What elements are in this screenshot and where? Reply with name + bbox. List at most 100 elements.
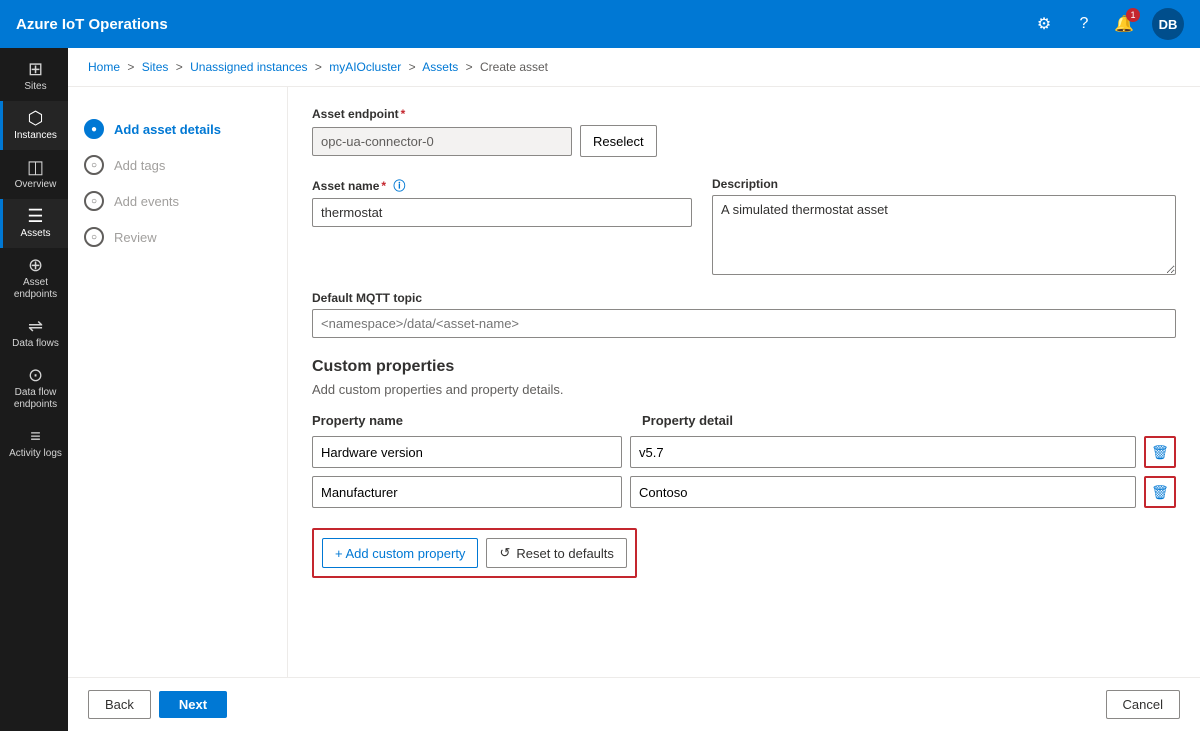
wizard-step-review[interactable]: ○ Review	[84, 219, 271, 255]
sidebar-label-instances: Instances	[14, 130, 57, 142]
description-textarea[interactable]	[712, 195, 1176, 275]
col-property-detail: Property detail	[642, 413, 1176, 428]
sidebar-label-overview: Overview	[15, 179, 57, 191]
reselect-button[interactable]: Reselect	[580, 125, 657, 157]
sidebar-item-activity-logs[interactable]: ≡ Activity logs	[0, 419, 68, 468]
action-buttons-row: + Add custom property ↺ Reset to default…	[312, 528, 637, 578]
property-name-input-2[interactable]	[312, 476, 622, 508]
wizard-step-circle-3: ○	[84, 191, 104, 211]
wizard-sidebar: ● Add asset details ○ Add tags ○ Add eve…	[68, 87, 288, 677]
back-button[interactable]: Back	[88, 690, 151, 719]
custom-properties-description: Add custom properties and property detai…	[312, 382, 1176, 397]
description-field: Description	[712, 177, 1176, 275]
wizard-step-add-tags[interactable]: ○ Add tags	[84, 147, 271, 183]
sidebar-label-data-flows: Data flows	[12, 338, 59, 350]
asset-endpoint-required: *	[401, 107, 406, 121]
col-property-name: Property name	[312, 413, 622, 428]
breadcrumb-cluster[interactable]: myAIOcluster	[329, 60, 401, 74]
property-row-1: 🗑	[312, 436, 1176, 468]
wizard-step-add-events[interactable]: ○ Add events	[84, 183, 271, 219]
breadcrumb-home[interactable]: Home	[88, 60, 120, 74]
reset-label: Reset to defaults	[516, 546, 614, 561]
notification-badge: 1	[1126, 8, 1140, 22]
assets-icon: ☰	[27, 207, 43, 225]
property-detail-input-1[interactable]	[630, 436, 1136, 468]
asset-name-required: *	[381, 179, 386, 193]
wizard-step-add-asset-details[interactable]: ● Add asset details	[84, 111, 271, 147]
sidebar-label-sites: Sites	[24, 81, 46, 93]
reset-to-defaults-button[interactable]: ↺ Reset to defaults	[486, 538, 626, 568]
mqtt-topic-field: Default MQTT topic	[312, 291, 1176, 338]
instances-icon: ⬡	[28, 109, 44, 127]
breadcrumb-sep-2: >	[176, 60, 183, 74]
help-icon[interactable]: ?	[1072, 12, 1096, 36]
property-row-2: 🗑	[312, 476, 1176, 508]
delete-property-button-2[interactable]: 🗑	[1144, 476, 1176, 508]
sidebar-label-assets: Assets	[20, 228, 50, 240]
asset-endpoint-field: Asset endpoint* Reselect	[312, 107, 1176, 157]
inner-layout: ● Add asset details ○ Add tags ○ Add eve…	[68, 87, 1200, 677]
properties-list: 🗑 🗑	[312, 436, 1176, 508]
breadcrumb-sep-4: >	[409, 60, 416, 74]
asset-name-label: Asset name* ⓘ	[312, 177, 692, 194]
sidebar-item-data-flow-endpoints[interactable]: ⊙ Data flow endpoints	[0, 358, 68, 419]
custom-properties-title: Custom properties	[312, 358, 1176, 376]
breadcrumb-sep-3: >	[315, 60, 322, 74]
breadcrumb-assets[interactable]: Assets	[422, 60, 458, 74]
mqtt-topic-section: Default MQTT topic	[312, 291, 1176, 338]
avatar[interactable]: DB	[1152, 8, 1184, 40]
sidebar-item-sites[interactable]: ⊞ Sites	[0, 52, 68, 101]
top-navigation: Azure IoT Operations ⚙ ? 🔔 1 DB	[0, 0, 1200, 48]
delete-property-button-1[interactable]: 🗑	[1144, 436, 1176, 468]
asset-name-description-row: Asset name* ⓘ Description	[312, 177, 1176, 275]
property-detail-input-2[interactable]	[630, 476, 1136, 508]
breadcrumb-sites[interactable]: Sites	[142, 60, 169, 74]
wizard-step-label-1: Add asset details	[114, 122, 221, 137]
description-label: Description	[712, 177, 1176, 191]
asset-name-field: Asset name* ⓘ	[312, 177, 692, 227]
asset-name-info-icon: ⓘ	[393, 179, 405, 193]
breadcrumb: Home > Sites > Unassigned instances > my…	[68, 48, 1200, 87]
asset-endpoint-label: Asset endpoint*	[312, 107, 1176, 121]
data-flows-icon: ⇌	[28, 317, 43, 335]
sidebar: ⊞ Sites ⬡ Instances ◫ Overview ☰ Assets …	[0, 48, 68, 731]
breadcrumb-unassigned-instances[interactable]: Unassigned instances	[190, 60, 307, 74]
wizard-step-circle-2: ○	[84, 155, 104, 175]
app-title: Azure IoT Operations	[16, 16, 1032, 33]
activity-logs-icon: ≡	[30, 427, 41, 445]
sidebar-item-assets[interactable]: ☰ Assets	[0, 199, 68, 248]
wizard-step-label-4: Review	[114, 230, 157, 245]
mqtt-topic-label: Default MQTT topic	[312, 291, 1176, 305]
add-custom-property-button[interactable]: + Add custom property	[322, 538, 478, 568]
breadcrumb-current: Create asset	[480, 60, 548, 74]
sidebar-item-instances[interactable]: ⬡ Instances	[0, 101, 68, 150]
overview-icon: ◫	[27, 158, 44, 176]
sidebar-label-data-flow-endpoints: Data flow endpoints	[7, 387, 64, 411]
form-area: Asset endpoint* Reselect Asset name* ⓘ	[288, 87, 1200, 677]
props-header: Property name Property detail	[312, 413, 1176, 428]
settings-icon[interactable]: ⚙	[1032, 12, 1056, 36]
asset-endpoint-input[interactable]	[312, 127, 572, 156]
wizard-step-label-3: Add events	[114, 194, 179, 209]
notifications-icon[interactable]: 🔔 1	[1112, 12, 1136, 36]
main-layout: ⊞ Sites ⬡ Instances ◫ Overview ☰ Assets …	[0, 48, 1200, 731]
cancel-button[interactable]: Cancel	[1106, 690, 1180, 719]
sidebar-item-data-flows[interactable]: ⇌ Data flows	[0, 309, 68, 358]
mqtt-topic-input[interactable]	[312, 309, 1176, 338]
next-button[interactable]: Next	[159, 691, 227, 718]
property-name-input-1[interactable]	[312, 436, 622, 468]
wizard-step-label-2: Add tags	[114, 158, 165, 173]
sidebar-item-asset-endpoints[interactable]: ⊕ Asset endpoints	[0, 248, 68, 309]
data-flow-endpoints-icon: ⊙	[28, 366, 43, 384]
breadcrumb-sep-1: >	[127, 60, 134, 74]
sidebar-label-asset-endpoints: Asset endpoints	[7, 277, 64, 301]
breadcrumb-sep-5: >	[466, 60, 473, 74]
bottom-bar: Back Next Cancel	[68, 677, 1200, 731]
custom-properties-section: Custom properties Add custom properties …	[312, 358, 1176, 578]
asset-endpoint-section: Asset endpoint* Reselect	[312, 107, 1176, 157]
asset-name-input[interactable]	[312, 198, 692, 227]
sidebar-item-overview[interactable]: ◫ Overview	[0, 150, 68, 199]
asset-endpoints-icon: ⊕	[28, 256, 43, 274]
sidebar-label-activity-logs: Activity logs	[9, 448, 62, 460]
reset-icon: ↺	[499, 545, 510, 561]
